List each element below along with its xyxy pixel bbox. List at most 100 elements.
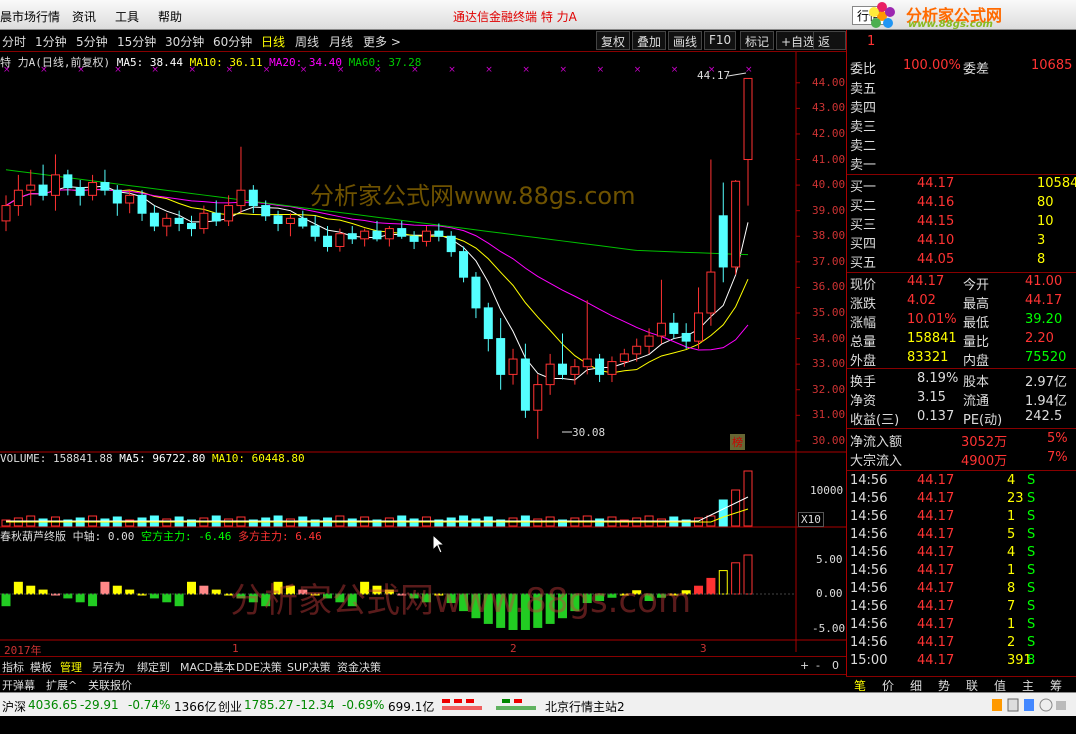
tick-row: 14:56 44.17 8 S (847, 581, 1076, 599)
sell-level-label: 卖四 (850, 101, 877, 116)
menu-market[interactable]: 晨市场行情 (0, 8, 60, 25)
candle-body (706, 271, 716, 314)
candle-body (137, 194, 147, 214)
tick-time: 14:56 (850, 635, 888, 650)
stat-label: 最低 (963, 316, 990, 331)
candle-body (125, 194, 135, 204)
tab-indicator[interactable]: 指标 (2, 659, 24, 675)
tab-fund[interactable]: 资金决策 (337, 659, 381, 675)
zoom-in-button[interactable]: + (800, 659, 809, 672)
candle-body (298, 217, 308, 227)
indicator-tabs: 指标 模板 管理 另存为 绑定到 MACD基本 DDE决策 SUP决策 资金决策… (0, 656, 846, 674)
price-tick: 43.00 (812, 101, 846, 115)
tick-row: 14:56 44.17 23 S (847, 491, 1076, 509)
menu-news[interactable]: 资讯 (72, 8, 96, 25)
sell-level-label: 卖一 (850, 158, 877, 173)
stat-label: 流通 (963, 394, 990, 409)
expand-button[interactable]: 扩展^ (46, 677, 77, 693)
window-title: 通达信金融终端 特 力A (453, 10, 577, 24)
buy-row: 买三 44.15 10 (847, 214, 1076, 233)
price-tick: 35.00 (812, 305, 846, 319)
stat-value: 44.17 (907, 274, 945, 289)
period-tab[interactable]: 15分钟 (117, 33, 156, 50)
tab-manage[interactable]: 管理 (60, 659, 82, 675)
period-tab[interactable]: 周线 (295, 33, 319, 50)
period-tab[interactable]: 1分钟 (35, 33, 67, 50)
candle-body (595, 358, 605, 375)
period-tab[interactable]: 月线 (329, 33, 353, 50)
tab-saveas[interactable]: 另存为 (92, 659, 125, 675)
tick-side: S (1027, 581, 1036, 596)
stat-label: 总量 (850, 335, 877, 350)
mouse-cursor-icon (432, 534, 446, 554)
tab-bind[interactable]: 绑定到 (137, 659, 170, 675)
back-button[interactable]: 返回 (813, 31, 846, 66)
candle-body (372, 230, 382, 240)
indicator-bar (187, 581, 196, 595)
low-price-label: 30.08 (572, 426, 606, 439)
indicator-bar (694, 585, 704, 595)
indicator-bar (731, 562, 741, 595)
price-tick: 37.00 (812, 254, 846, 268)
indicator-bar (125, 589, 135, 595)
price-tick: 31.00 (812, 408, 846, 422)
price-tick: 41.00 (812, 152, 846, 166)
tick-price: 44.17 (917, 635, 955, 650)
stat-label: 外盘 (850, 354, 877, 369)
candle-body (162, 217, 172, 227)
candle-body (88, 182, 98, 196)
menu-tools[interactable]: 工具 (115, 8, 139, 25)
tick-row: 14:56 44.17 7 S (847, 599, 1076, 617)
candle-body (75, 187, 85, 196)
overlay-button[interactable]: 叠加 (632, 31, 667, 50)
vol-ma10-label: MA10: 60448.80 (211, 452, 305, 465)
menu-bar: 晨市场行情 资讯 工具 帮助 通达信金融终端 特 力A 行情 分析家公式网 ww… (0, 0, 1076, 30)
buy-price: 44.05 (917, 252, 955, 267)
mark-button[interactable]: 标记 (740, 31, 775, 50)
fuquan-button[interactable]: 复权 (596, 31, 631, 50)
period-tab-active[interactable]: 日线 (261, 33, 285, 50)
fundamental-row: 收益(三) 0.137 PE(动) 242.5 (847, 409, 1076, 428)
tab-template[interactable]: 模板 (30, 659, 52, 675)
tick-price: 44.17 (917, 491, 955, 506)
tab-dde[interactable]: DDE决策 (236, 659, 282, 675)
tab-macd[interactable]: MACD基本 (180, 659, 235, 675)
tick-time: 15:00 (850, 653, 888, 668)
indicator-bar (706, 577, 716, 595)
buy-level-label: 买四 (850, 237, 877, 252)
indicator-bull: 多方主力: 6.46 (237, 530, 322, 543)
candle-body (718, 215, 728, 268)
period-tab[interactable]: 分时 (2, 33, 26, 50)
menu-help[interactable]: 帮助 (158, 8, 182, 25)
indicator-bar (149, 593, 159, 599)
buy-price: 44.15 (917, 214, 955, 229)
candle-body (619, 353, 629, 363)
tick-time: 14:56 (850, 473, 888, 488)
period-tab[interactable]: 60分钟 (213, 33, 252, 50)
f10-button[interactable]: F10 (704, 31, 737, 50)
candle-body (310, 225, 320, 237)
stat-value: 8.19% (917, 371, 959, 386)
stat-row: 总量 158841 量比 2.20 (847, 331, 1076, 350)
tab-sup[interactable]: SUP决策 (287, 659, 331, 675)
tick-time: 14:56 (850, 527, 888, 542)
tick-time: 14:56 (850, 509, 888, 524)
sell-level-label: 卖二 (850, 139, 877, 154)
period-tab-more[interactable]: 更多 > (363, 33, 401, 50)
zoom-out-button[interactable]: - (816, 659, 820, 672)
danmaku-button[interactable]: 开弹幕 (2, 677, 35, 693)
draw-line-button[interactable]: 画线 (668, 31, 703, 50)
lock-icon (992, 699, 1002, 711)
period-tab[interactable]: 5分钟 (76, 33, 108, 50)
sh-change: -29.91 (80, 698, 119, 712)
status-bar: 沪深 4036.65 -29.91 -0.74% 1366亿 创业 1785.2… (0, 692, 1076, 716)
stat-value: 2.20 (1025, 331, 1054, 346)
stat-value: 44.17 (1025, 293, 1063, 308)
zoom-reset-button[interactable]: 0 (832, 659, 839, 672)
related-quote-button[interactable]: 关联报价 (88, 677, 132, 693)
fundamental-row: 净资 3.15 流通 1.94亿 (847, 390, 1076, 409)
candle-body (656, 322, 666, 337)
period-tab[interactable]: 30分钟 (165, 33, 204, 50)
tick-side: S (1027, 527, 1036, 542)
candle-body (224, 205, 234, 222)
